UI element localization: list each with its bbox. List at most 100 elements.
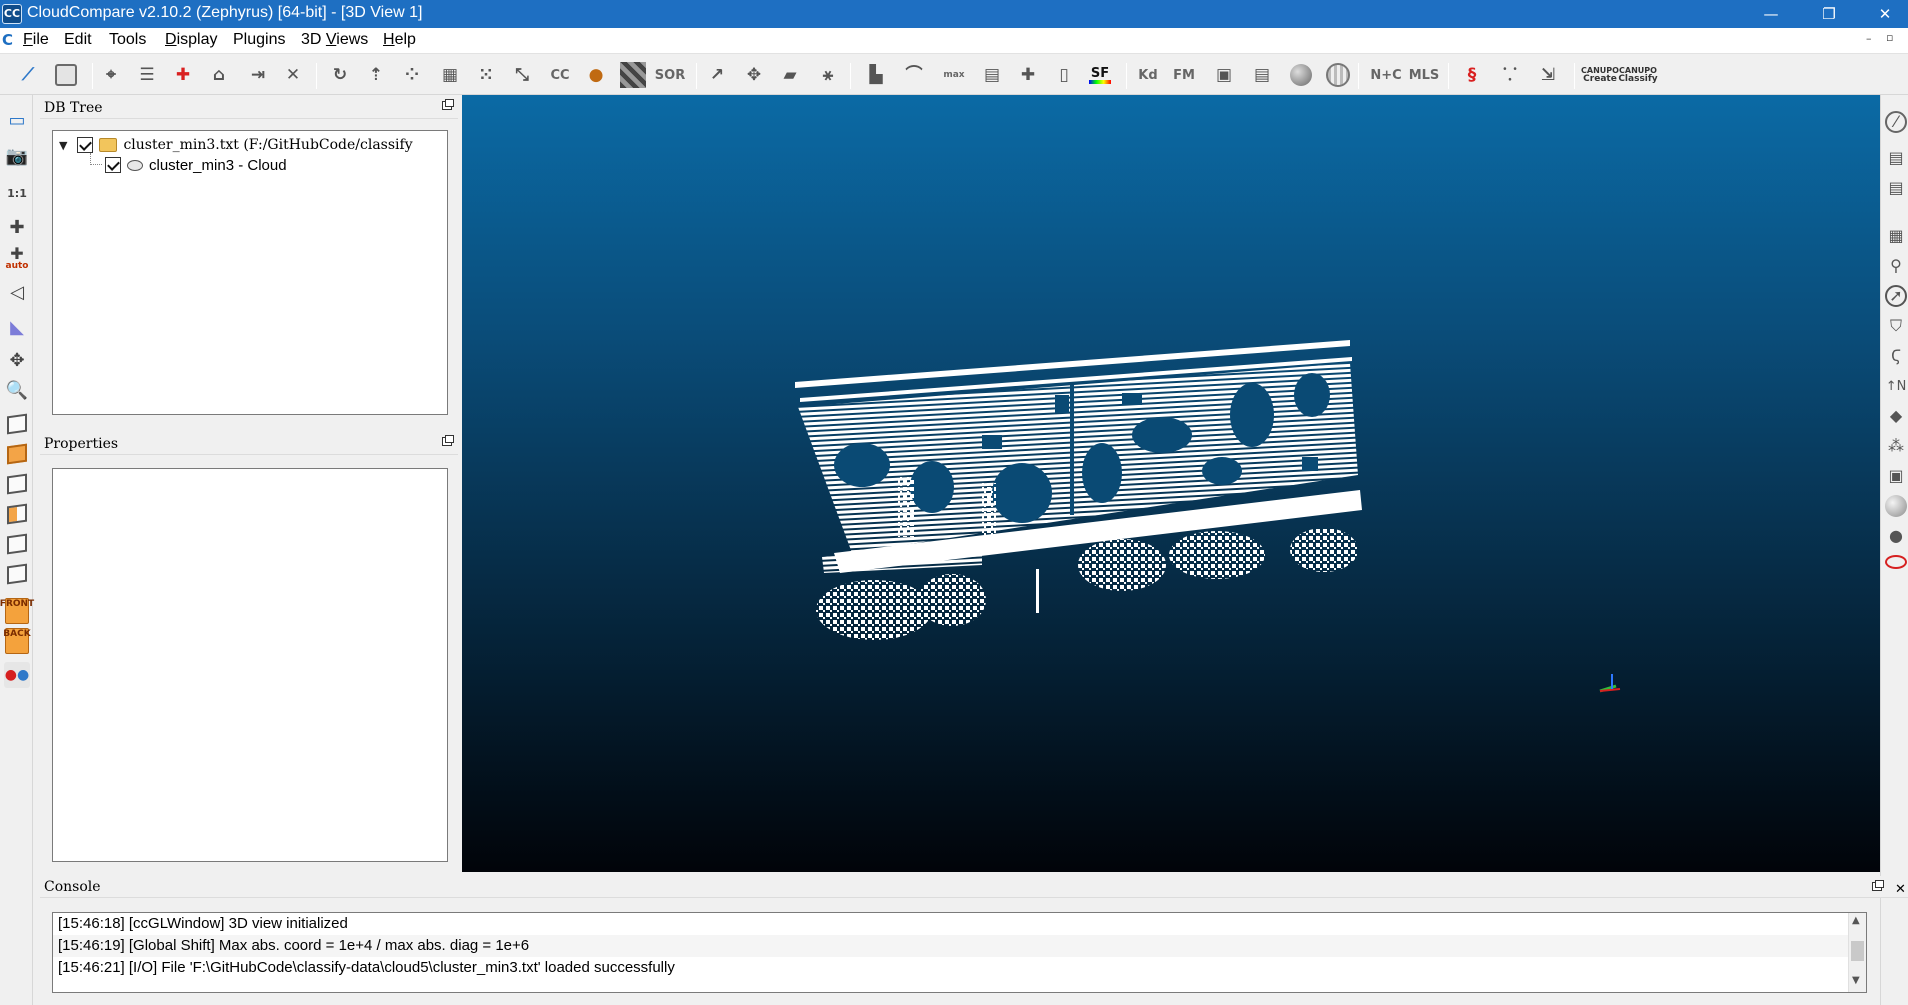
sample-points-icon[interactable]: ↻ <box>326 61 354 89</box>
delete-sf-icon[interactable]: ▯ <box>1050 61 1078 89</box>
float-panel-icon[interactable] <box>442 99 454 110</box>
tree-item-file[interactable]: ▼ cluster_min3.txt (F:/GitHubCode/classi… <box>59 134 413 156</box>
clone-icon[interactable]: ⇥ <box>244 61 272 89</box>
iso-front-view-icon[interactable]: FRONT <box>0 598 34 624</box>
menu-file[interactable]: File <box>23 31 49 49</box>
histogram-icon[interactable]: ▙ <box>862 61 890 89</box>
db-tree-view[interactable]: ▼ cluster_min3.txt (F:/GitHubCode/classi… <box>52 130 448 415</box>
normal-consistency-icon[interactable]: N+C <box>1370 61 1401 89</box>
sf-arithmetic-icon[interactable]: ▤ <box>978 61 1006 89</box>
console-log[interactable]: [15:46:18] [ccGLWindow] 3D view initiali… <box>52 912 1867 993</box>
csv-export-icon[interactable]: ▤ <box>1248 61 1276 89</box>
perspective-icon[interactable]: ◁ <box>4 280 30 306</box>
float-panel-icon[interactable] <box>442 435 454 446</box>
poisson-recon-icon[interactable]: Ϛ <box>1885 345 1907 367</box>
tree-item-cloud[interactable]: cluster_min3 - Cloud <box>105 154 287 176</box>
add-sf-icon[interactable]: ✚ <box>1014 61 1042 89</box>
menu-help[interactable]: Help <box>383 31 416 49</box>
camera-settings-icon[interactable]: ⌂ <box>205 61 233 89</box>
console-close-button[interactable]: ✕ <box>1895 882 1906 897</box>
scroll-down-icon[interactable]: ▼ <box>1852 975 1860 986</box>
menu-edit[interactable]: Edit <box>64 31 92 49</box>
kdtree-icon[interactable]: Kd <box>1134 61 1162 89</box>
edl-filter-icon[interactable]: ▤ <box>1885 147 1907 169</box>
fullscreen-icon[interactable]: ▭ <box>4 108 30 134</box>
canupo-create-icon[interactable]: CANUPO Create <box>1581 61 1619 89</box>
connected-components-icon[interactable]: CC <box>546 61 574 89</box>
mdi-logo-icon[interactable]: C <box>2 31 13 49</box>
menu-display[interactable]: Display <box>165 31 217 49</box>
menu-tools[interactable]: Tools <box>109 31 146 49</box>
dip-icon[interactable]: ▣ <box>1210 61 1238 89</box>
zoom-magnifier-icon[interactable]: 🔍 <box>4 378 30 404</box>
red-ring-icon[interactable] <box>1885 555 1907 569</box>
snapshot-camera-icon[interactable]: 📷 <box>4 144 30 170</box>
subsample-icon[interactable]: ⁘ <box>398 61 426 89</box>
animation-clapper-icon[interactable]: ▦ <box>1885 225 1907 247</box>
point-picking-icon[interactable]: ✚ <box>169 61 197 89</box>
zoom-one-to-one-icon[interactable]: 1:1 <box>4 180 30 206</box>
top-view-cube-icon[interactable] <box>7 413 27 435</box>
fit-curve-icon[interactable]: ⌒ <box>900 61 928 89</box>
menu-3d-views[interactable]: 3D Views <box>301 31 368 49</box>
broom-icon[interactable]: ⚲ <box>1885 255 1907 277</box>
3d-view-canvas[interactable] <box>462 95 1880 872</box>
fit-plane-icon[interactable]: ⤡ <box>508 61 536 89</box>
sf-max-icon[interactable]: max <box>940 61 968 89</box>
translate-rotate-icon[interactable]: ✥ <box>740 61 768 89</box>
left-view-cube-icon[interactable] <box>7 473 27 495</box>
file-visibility-checkbox[interactable] <box>77 137 94 153</box>
segment-icon[interactable]: ● <box>582 61 610 89</box>
mdi-restore-button[interactable]: ▫ <box>1886 31 1893 44</box>
cross-section-icon[interactable]: ▰ <box>776 61 804 89</box>
mls-smoothing-icon[interactable]: MLS <box>1409 61 1440 89</box>
ransac-plugin-icon[interactable]: ● <box>1885 525 1907 547</box>
maximize-button[interactable]: ❐ <box>1806 0 1852 28</box>
close-button[interactable]: ✕ <box>1862 0 1908 28</box>
right-view-cube-icon[interactable] <box>7 533 27 555</box>
sphere-plugin-icon[interactable] <box>1885 495 1907 517</box>
scroll-thumb[interactable] <box>1851 941 1864 961</box>
float-panel-icon[interactable] <box>1872 880 1884 891</box>
point-pair-registration-icon[interactable]: ⚹ <box>814 61 842 89</box>
m3c2-plugin-icon[interactable]: ⁂ <box>1885 435 1907 457</box>
mdi-minimize-button[interactable]: – <box>1866 32 1872 45</box>
scroll-up-icon[interactable]: ▲ <box>1852 915 1860 926</box>
compass-icon[interactable]: ➚ <box>1885 285 1907 307</box>
back-view-cube-icon[interactable] <box>7 503 27 525</box>
stereo-mode-icon[interactable]: ● ● <box>4 662 30 688</box>
sphere-icon[interactable] <box>1290 64 1312 86</box>
properties-view[interactable] <box>52 468 448 862</box>
open-file-icon[interactable]: ⟋ <box>14 61 42 89</box>
expand-arrow-icon[interactable]: ▼ <box>59 139 67 152</box>
bottom-view-cube-icon[interactable] <box>7 563 27 585</box>
compute-normals-icon[interactable]: ⇡ <box>362 61 390 89</box>
fast-marching-icon[interactable]: FM <box>1170 61 1198 89</box>
north-arrow-icon[interactable]: ↑N <box>1885 375 1907 397</box>
iso-back-view-icon[interactable]: BACK <box>3 628 31 654</box>
delete-icon[interactable]: ✕ <box>279 61 307 89</box>
align-icon[interactable]: ↗ <box>703 61 731 89</box>
gaussian-filter-icon[interactable]: ▦ <box>436 61 464 89</box>
front-view-cube-icon[interactable] <box>7 443 27 465</box>
pick-rotation-center-icon[interactable]: ⌖ <box>97 61 125 89</box>
pcv-icon[interactable]: ▣ <box>1885 465 1907 487</box>
ransac-icon[interactable]: § <box>1458 61 1486 89</box>
point-list-picking-icon[interactable]: ☰ <box>133 61 161 89</box>
hpr-icon[interactable]: ◆ <box>1885 405 1907 427</box>
canupo-classify-icon[interactable]: CANUPO Classify <box>1618 61 1657 89</box>
shape-detection-icon[interactable]: ⸪ <box>1496 61 1524 89</box>
pivot-visibility-icon[interactable]: ✥ <box>4 348 30 374</box>
minimize-button[interactable]: — <box>1748 0 1794 28</box>
auto-pick-center-icon[interactable]: ✚ auto <box>4 245 30 271</box>
save-file-icon[interactable] <box>55 64 77 86</box>
cloud-visibility-checkbox[interactable] <box>105 157 121 173</box>
center-cross-icon[interactable]: ✚ <box>4 215 30 241</box>
console-scrollbar[interactable]: ▲ ▼ <box>1848 913 1866 992</box>
rasterize-icon[interactable] <box>620 62 646 88</box>
menu-plugins[interactable]: Plugins <box>233 31 285 49</box>
hidden-point-removal-icon[interactable]: ⁄ <box>1885 111 1907 133</box>
globe-icon[interactable] <box>1326 63 1350 87</box>
ssao-filter-icon[interactable]: ▤ <box>1885 177 1907 199</box>
sor-filter-icon[interactable]: SOR <box>655 61 685 89</box>
